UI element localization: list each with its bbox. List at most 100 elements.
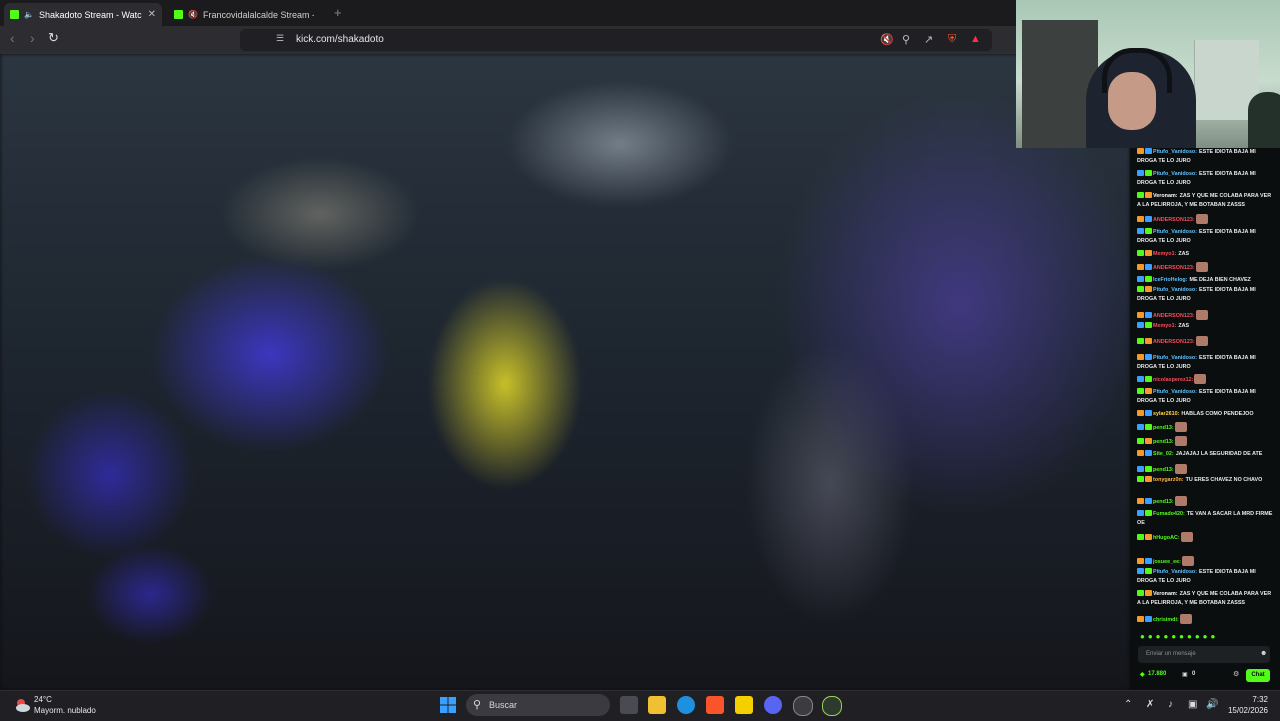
chat-username[interactable]: Pitufo_Vanidoso: <box>1153 389 1197 395</box>
chat-username[interactable]: Pitufo_Vanidoso: <box>1153 287 1197 293</box>
zoom-icon[interactable]: ⚲ <box>902 33 910 46</box>
chat-username[interactable]: josuee_ee: <box>1153 559 1181 565</box>
speaker-icon[interactable]: 🔈 <box>24 10 34 19</box>
user-badge-icon <box>1137 568 1144 574</box>
tray-overflow-icon[interactable]: ⌃ <box>1124 699 1132 710</box>
chat-message: ANDERSON123: <box>1137 214 1273 225</box>
taskbar-search[interactable]: ⚲ Buscar <box>466 694 610 716</box>
chat-message: hHugoAC: <box>1137 532 1273 543</box>
chat-username[interactable]: Pitufo_Vanidoso: <box>1153 149 1197 155</box>
brave-icon[interactable] <box>706 696 724 714</box>
chat-message: Fumado420: TE VAN A SACAR LA MRD FIRME OE <box>1137 510 1273 527</box>
user-badge-icon <box>1137 338 1144 344</box>
address-bar[interactable]: ☰ kick.com/shakadoto 🔇 ⚲ ↗ ⛨ ▲ <box>240 29 992 51</box>
user-badge-icon <box>1137 388 1144 394</box>
chat-send-button[interactable]: Chat <box>1246 669 1270 682</box>
volume-icon[interactable]: 🔊 <box>1206 699 1218 710</box>
system-clock[interactable]: 7:32 15/02/2026 <box>1222 694 1268 716</box>
points-icon[interactable]: ◆ <box>1140 671 1145 678</box>
chat-emote <box>1174 436 1187 446</box>
chat-username[interactable]: Memyo1: <box>1153 251 1176 257</box>
windows-start-icon[interactable] <box>440 697 456 713</box>
chat-username[interactable]: sylar2610: <box>1153 411 1179 417</box>
gift-icon[interactable]: ▣ <box>1182 671 1188 678</box>
edge-icon[interactable] <box>677 696 695 714</box>
chat-username[interactable]: IceFrioHelog: <box>1153 277 1187 283</box>
user-badge-icon <box>1137 170 1144 176</box>
chat-username[interactable]: ANDERSON123: <box>1153 217 1195 223</box>
chat-message: Pitufo_Vanidoso: ESTE IDIOTA BAJA MI DROG… <box>1137 388 1273 405</box>
tab-title: Francovidalalcalde Stream - Watc <box>202 9 314 20</box>
chat-username[interactable]: tonygarz0n: <box>1153 477 1184 483</box>
tab-shakadoto[interactable]: 🔈 Shakadoto Stream - Watch Li ✕ <box>4 3 162 26</box>
brave-shield-icon[interactable]: ⛨ <box>948 33 956 46</box>
chat-message: nicolasperez12: <box>1137 374 1273 385</box>
chat-username[interactable]: chrisimdi: <box>1153 617 1179 623</box>
chat-message: ANDERSON123: <box>1137 336 1273 347</box>
chat-username[interactable]: Memyo1: <box>1153 323 1176 329</box>
share-icon[interactable]: ↗ <box>924 33 933 46</box>
chat-message: chrisimdi: <box>1137 614 1273 625</box>
reload-icon[interactable]: ↻ <box>48 30 59 46</box>
chat-message: IceFrioHelog: ME DEJA BIEN CHAVEZ <box>1137 276 1273 285</box>
forward-icon[interactable]: › <box>30 30 35 46</box>
user-badge-icon <box>1137 264 1144 270</box>
chat-username[interactable]: pend13: <box>1153 425 1174 431</box>
chat-username[interactable]: ANDERSON123: <box>1153 265 1195 271</box>
task-view-icon[interactable] <box>620 696 638 714</box>
chat-username[interactable]: ANDERSON123: <box>1153 339 1195 345</box>
rewards-icon[interactable]: ▲ <box>970 33 981 45</box>
chat-settings-icon[interactable]: ⚙ <box>1233 670 1239 678</box>
chat-username[interactable]: Veronam: <box>1153 591 1178 597</box>
chat-username[interactable]: hHugoAC: <box>1153 535 1180 541</box>
sticky-notes-icon[interactable] <box>735 696 753 714</box>
file-explorer-icon[interactable] <box>648 696 666 714</box>
new-tab-button[interactable]: + <box>334 5 342 20</box>
webcam-overlay <box>1016 0 1280 148</box>
chat-emote <box>1195 262 1208 272</box>
chat-message: pend13: <box>1137 422 1273 433</box>
muted-speaker-icon[interactable]: 🔇 <box>188 10 198 19</box>
chat-username[interactable]: Pitufo_Vanidoso: <box>1153 229 1197 235</box>
network-icon[interactable]: ▣ <box>1188 699 1197 710</box>
chat-username[interactable]: Fumado420: <box>1153 511 1185 517</box>
back-icon[interactable]: ‹ <box>10 30 15 46</box>
chat-username[interactable]: pend13: <box>1153 439 1174 445</box>
chat-username[interactable]: pend13: <box>1153 467 1174 473</box>
tab-francovidalalcalde[interactable]: 🔇 Francovidalalcalde Stream - Watc <box>168 3 320 26</box>
chat-username[interactable]: nicolasperez12: <box>1153 377 1193 383</box>
user-badge-icon <box>1137 510 1144 516</box>
chat-message: Veronam: ZAS Y QUE ME COLABA PARA VER A L… <box>1137 192 1273 209</box>
chat-username[interactable]: pend13: <box>1153 499 1174 505</box>
user-badge-icon <box>1145 322 1152 328</box>
obs-icon[interactable] <box>793 696 813 716</box>
gift-count: 0 <box>1192 671 1196 677</box>
chat-username[interactable]: Pitufo_Vanidoso: <box>1153 569 1197 575</box>
user-badge-icon <box>1145 424 1152 430</box>
mute-site-icon[interactable]: 🔇 <box>880 33 894 46</box>
user-badge-icon <box>1137 216 1144 222</box>
mic-muted-icon[interactable]: ✗ <box>1146 699 1154 710</box>
site-settings-icon[interactable]: ☰ <box>276 33 284 44</box>
chat-text: ZAS <box>1178 251 1190 257</box>
user-badge-icon <box>1145 438 1152 444</box>
user-badge-icon <box>1145 568 1152 574</box>
stream-video[interactable] <box>0 54 1130 690</box>
close-tab-icon[interactable]: ✕ <box>148 9 156 20</box>
weather-cloud-icon[interactable] <box>12 695 32 715</box>
emoji-icon[interactable]: ☻ <box>1260 650 1267 657</box>
chat-username[interactable]: ANDERSON123: <box>1153 313 1195 319</box>
emote-bar[interactable]: ●●●●●●●●●● <box>1140 632 1218 641</box>
discord-icon[interactable] <box>764 696 782 714</box>
microphone-icon[interactable]: ♪ <box>1168 699 1173 710</box>
chat-username[interactable]: Pitufo_Vanidoso: <box>1153 171 1197 177</box>
chat-username[interactable]: Site_02: <box>1153 451 1174 457</box>
user-badge-icon <box>1137 424 1144 430</box>
chat-text: ME DEJA BIEN CHAVEZ <box>1189 277 1251 283</box>
clock-date: 15/02/2026 <box>1227 706 1268 715</box>
chat-input[interactable]: Enviar un mensaje ☻ <box>1138 646 1270 663</box>
chat-message: sylar2610: HABLAS COMO PENDEJOO <box>1137 410 1273 419</box>
chat-username[interactable]: Veronam: <box>1153 193 1178 199</box>
app-icon[interactable] <box>822 696 842 716</box>
chat-username[interactable]: Pitufo_Vanidoso: <box>1153 355 1197 361</box>
